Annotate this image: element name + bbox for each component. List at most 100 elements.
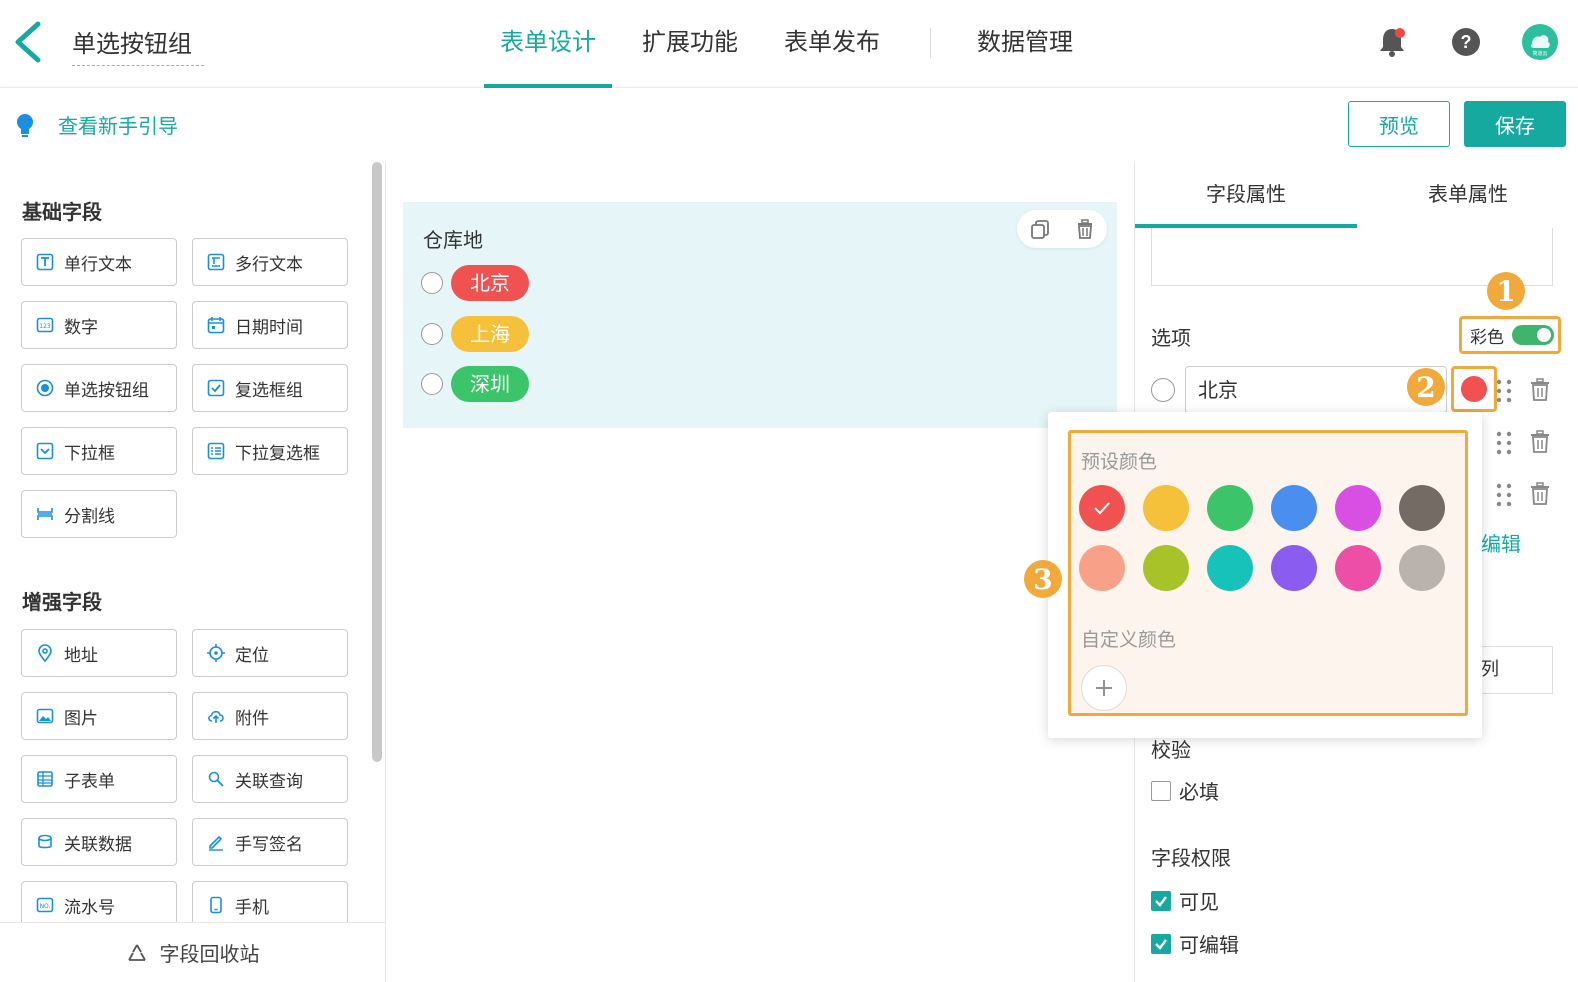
color-swatch[interactable] [1207, 485, 1253, 531]
validation-title: 校验 [1151, 738, 1191, 762]
field-button[interactable]: 日期时间 [192, 301, 348, 349]
field-button-label: 单行文本 [64, 254, 132, 275]
color-swatch[interactable] [1271, 545, 1317, 591]
option-color-picker[interactable] [1451, 366, 1497, 412]
radio-button[interactable] [421, 272, 443, 294]
color-swatch[interactable] [1399, 485, 1445, 531]
radio-button[interactable] [421, 373, 443, 395]
field-button[interactable]: 地址 [21, 629, 177, 677]
field-button-label: 定位 [235, 645, 269, 666]
form-title[interactable]: 单选按钮组 [72, 24, 204, 66]
field-button[interactable]: 下拉框 [21, 427, 177, 475]
drag-handle-icon[interactable] [1495, 378, 1513, 404]
required-checkbox-row[interactable]: 必填 [1151, 776, 1219, 805]
permission-title: 字段权限 [1151, 846, 1231, 870]
palette-scrollbar[interactable] [372, 162, 382, 762]
annotation-badge-3: 3 [1024, 560, 1062, 598]
calendar-icon [207, 316, 225, 334]
color-swatch[interactable] [1079, 545, 1125, 591]
option-row[interactable]: 深圳 [421, 366, 529, 402]
upload-cloud-icon [207, 707, 225, 725]
field-button[interactable]: 手写签名 [192, 818, 348, 866]
card-toolbar [1017, 210, 1107, 248]
color-picker-panel: 预设颜色 自定义颜色 [1068, 430, 1468, 716]
tab-extensions[interactable]: 扩展功能 [626, 0, 754, 88]
required-checkbox[interactable] [1151, 780, 1171, 801]
trash-icon[interactable] [1529, 430, 1551, 454]
number-icon: 123 [36, 316, 54, 334]
back-arrow-icon[interactable] [10, 20, 50, 64]
pen-icon [207, 833, 225, 851]
preview-button[interactable]: 预览 [1348, 101, 1450, 147]
radio-button[interactable] [421, 323, 443, 345]
option-row[interactable]: 上海 [421, 316, 529, 352]
field-button[interactable]: 关联查询 [192, 755, 348, 803]
radio-button[interactable] [1151, 378, 1175, 402]
field-button[interactable]: 子表单 [21, 755, 177, 803]
image-icon [36, 707, 54, 725]
tab-form-properties[interactable]: 表单属性 [1357, 162, 1578, 228]
editable-checkbox-row[interactable]: 可编辑 [1151, 929, 1239, 958]
color-swatch[interactable] [1079, 485, 1125, 531]
trash-icon[interactable] [1529, 378, 1551, 402]
field-button[interactable]: 定位 [192, 629, 348, 677]
header-icons: ? 简道云 [1372, 22, 1560, 62]
recycle-icon [127, 944, 146, 961]
color-swatch[interactable] [1335, 485, 1381, 531]
editable-label: 可编辑 [1179, 933, 1239, 957]
textarea-icon [207, 253, 225, 271]
color-switch[interactable] [1512, 325, 1554, 345]
guide-label[interactable]: 查看新手引导 [58, 110, 178, 139]
field-recycle-bin[interactable]: 字段回收站 [0, 922, 385, 982]
field-button-label: 关联数据 [64, 834, 132, 855]
copy-icon[interactable] [1029, 218, 1051, 240]
tab-data-management[interactable]: 数据管理 [961, 0, 1089, 88]
color-swatch[interactable] [1143, 485, 1189, 531]
trash-icon[interactable] [1074, 218, 1096, 240]
batch-edit-link[interactable]: 编辑 [1481, 528, 1521, 557]
option-radio[interactable] [1151, 378, 1175, 402]
color-swatch[interactable] [1271, 485, 1317, 531]
drag-handle-icon[interactable] [1495, 430, 1513, 456]
field-button[interactable]: 123 数字 [21, 301, 177, 349]
tab-publish[interactable]: 表单发布 [768, 0, 896, 88]
save-button[interactable]: 保存 [1464, 101, 1566, 147]
field-button[interactable]: 附件 [192, 692, 348, 740]
color-swatch[interactable] [1207, 545, 1253, 591]
tab-form-design[interactable]: 表单设计 [484, 0, 612, 88]
dropdown-icon [36, 442, 54, 460]
preset-colors-label: 预设颜色 [1081, 451, 1158, 473]
color-swatch[interactable] [1399, 545, 1445, 591]
editable-checkbox[interactable] [1151, 933, 1171, 954]
annotation-badge-2: 2 [1407, 368, 1445, 406]
visible-label: 可见 [1179, 890, 1219, 914]
drag-handle-icon[interactable] [1495, 482, 1513, 508]
option-row[interactable]: 北京 [421, 265, 529, 301]
field-button-label: 附件 [235, 708, 269, 729]
field-button[interactable]: 多行文本 [192, 238, 348, 286]
field-button[interactable]: 图片 [21, 692, 177, 740]
guide-link[interactable]: 查看新手引导 [14, 110, 178, 139]
bell-icon[interactable] [1372, 22, 1412, 62]
visible-checkbox[interactable] [1151, 890, 1171, 911]
field-button[interactable]: 单选按钮组 [21, 364, 177, 412]
field-button[interactable]: 复选框组 [192, 364, 348, 412]
field-button[interactable]: 单行文本 [21, 238, 177, 286]
field-button-label: 子表单 [64, 771, 115, 792]
tab-field-properties[interactable]: 字段属性 [1135, 162, 1357, 228]
help-icon[interactable]: ? [1446, 22, 1486, 62]
avatar[interactable]: 简道云 [1520, 22, 1560, 62]
color-picker-popover: 预设颜色 自定义颜色 [1048, 412, 1482, 738]
visible-checkbox-row[interactable]: 可见 [1151, 886, 1219, 915]
layout-select[interactable]: 列 [1481, 646, 1553, 694]
radio-field-card[interactable]: 仓库地 北京 上海 深圳 [403, 202, 1117, 428]
field-button-label: 流水号 [64, 897, 115, 918]
add-custom-color-button[interactable] [1081, 665, 1127, 711]
color-swatch[interactable] [1335, 545, 1381, 591]
color-toggle[interactable]: 彩色 [1459, 316, 1561, 354]
color-swatch[interactable] [1143, 545, 1189, 591]
trash-icon[interactable] [1529, 482, 1551, 506]
field-button[interactable]: 分割线 [21, 490, 177, 538]
field-button[interactable]: 关联数据 [21, 818, 177, 866]
field-button[interactable]: 下拉复选框 [192, 427, 348, 475]
